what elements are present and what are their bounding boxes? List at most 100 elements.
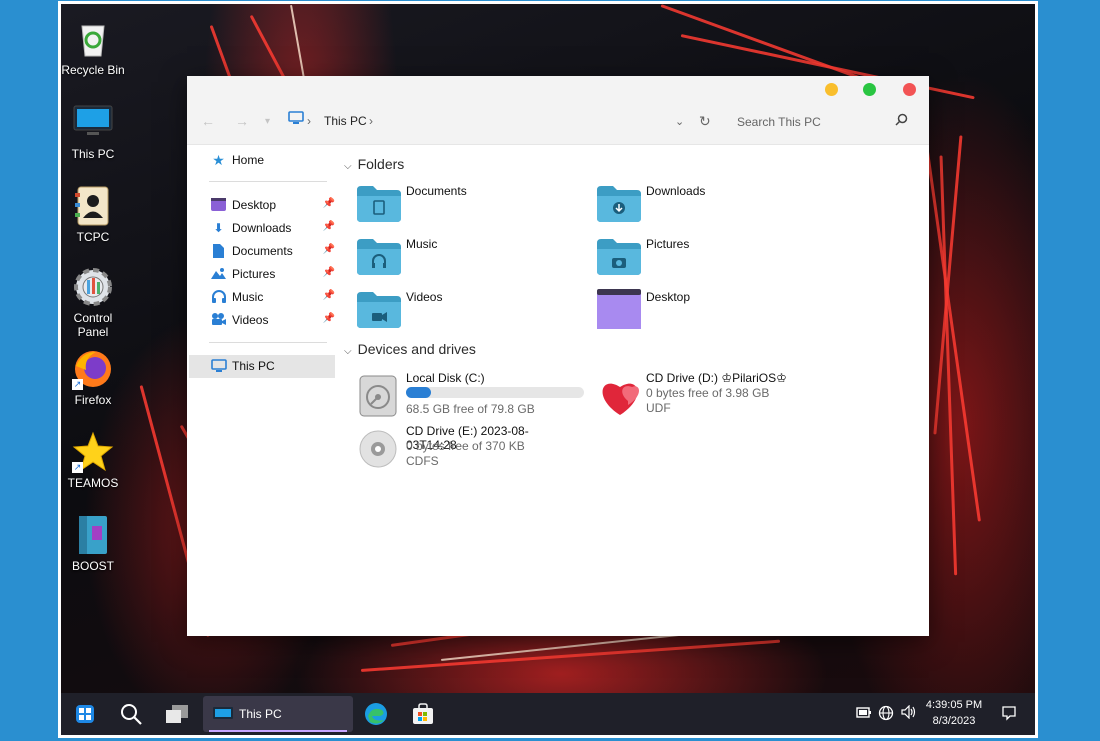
desktop-icon-label: TEAMOS	[67, 476, 119, 490]
sidebar-item-pictures[interactable]: Pictures 📌	[189, 263, 335, 286]
close-button[interactable]	[903, 83, 916, 96]
drive-filesystem: UDF	[646, 401, 671, 415]
folder-videos[interactable]: Videos	[337, 286, 567, 334]
videos-folder-icon	[357, 292, 401, 328]
drive-free-space: 0 bytes free of 370 KB	[406, 439, 525, 453]
sidebar-item-label: Pictures	[232, 267, 276, 281]
headphones-icon	[211, 290, 226, 305]
sidebar-item-label: Music	[232, 290, 264, 304]
sidebar-item-documents[interactable]: Documents 📌	[189, 240, 335, 263]
pin-icon: 📌	[322, 290, 335, 301]
forward-arrow-icon[interactable]: →	[235, 113, 249, 129]
star-icon: ↗	[72, 431, 114, 473]
folder-name: Documents	[406, 184, 467, 198]
gear-icon	[72, 266, 114, 308]
shortcut-arrow-icon: ↗	[72, 379, 83, 390]
breadcrumb-this-pc[interactable]: This PC	[324, 114, 367, 128]
recent-locations-chevron-icon[interactable]: ▾	[265, 116, 270, 127]
drive-filesystem: CDFS	[406, 454, 439, 468]
pin-icon: 📌	[322, 267, 335, 278]
taskbar-app-this-pc[interactable]: This PC	[203, 696, 353, 732]
monitor-icon	[211, 359, 227, 374]
address-dropdown-chevron-icon[interactable]: ⌄	[675, 115, 684, 128]
refresh-icon[interactable]: ↻	[699, 113, 711, 130]
disk-usage-bar	[406, 387, 584, 398]
network-globe-icon[interactable]	[878, 705, 894, 724]
desktop-folder-icon	[597, 289, 641, 329]
sidebar-divider	[209, 342, 327, 343]
sidebar-item-label: Desktop	[232, 198, 277, 212]
taskbar: This PC 4:39:05 PM 8/3/2023	[61, 693, 1035, 735]
sidebar-item-label: This PC	[232, 359, 275, 373]
maximize-button[interactable]	[863, 83, 876, 96]
breadcrumb-separator[interactable]: ›	[369, 114, 373, 128]
desktop-icon-this-pc[interactable]: This PC	[61, 102, 125, 161]
desktop-screen: Recycle Bin This PC TCPC Control Panel ↗…	[58, 1, 1038, 738]
sidebar-item-videos[interactable]: Videos 📌	[189, 309, 335, 332]
pin-icon: 📌	[322, 198, 335, 209]
clock-time: 4:39:05 PM	[925, 699, 983, 711]
sidebar-item-downloads[interactable]: ⬇ Downloads 📌	[189, 217, 335, 240]
this-pc-crumb-icon	[288, 111, 304, 128]
drive-cd-e[interactable]: CD Drive (E:) 2023-08-03T14:28 0 bytes f…	[337, 424, 577, 474]
volume-icon[interactable]	[901, 704, 917, 722]
desktop-icon-recycle-bin[interactable]: Recycle Bin	[61, 18, 125, 77]
sidebar-item-desktop[interactable]: Desktop 📌	[189, 194, 335, 217]
folder-name: Music	[406, 237, 438, 251]
search-icon[interactable]	[113, 697, 149, 731]
task-view-icon[interactable]	[159, 697, 195, 731]
desktop-icon-boost[interactable]: BOOST	[61, 514, 125, 573]
desktop-icon-tcpc[interactable]: TCPC	[61, 185, 125, 244]
search-icon	[895, 113, 908, 129]
devices-section-header[interactable]: ⌵ Devices and drives	[344, 341, 476, 357]
search-input[interactable]: Search This PC	[728, 106, 918, 136]
content-pane: ⌵ Folders Documents Downloads Music Pict…	[337, 145, 929, 636]
active-indicator	[209, 730, 347, 732]
sidebar-item-music[interactable]: Music 📌	[189, 286, 335, 309]
desktop-icon-label: This PC	[71, 147, 115, 161]
drive-name: CD Drive (D:) ♔PilariOS♔	[646, 371, 787, 385]
drive-cd-d[interactable]: CD Drive (D:) ♔PilariOS♔ 0 bytes free of…	[577, 371, 817, 421]
heart-drive-icon	[598, 375, 639, 417]
folder-downloads[interactable]: Downloads	[577, 180, 807, 228]
store-icon[interactable]	[405, 697, 441, 731]
desktop-folder-icon	[211, 198, 226, 213]
section-title: Folders	[357, 156, 405, 172]
notifications-icon[interactable]	[1001, 705, 1017, 724]
section-title: Devices and drives	[357, 341, 476, 357]
drive-free-space: 68.5 GB free of 79.8 GB	[406, 402, 535, 416]
edge-icon[interactable]	[358, 697, 394, 731]
minimize-button[interactable]	[825, 83, 838, 96]
music-folder-icon	[357, 239, 401, 275]
start-button[interactable]	[67, 697, 103, 731]
desktop-icon-label: Firefox	[74, 393, 112, 407]
folder-music[interactable]: Music	[337, 233, 567, 281]
folder-desktop[interactable]: Desktop	[577, 286, 807, 334]
folder-pictures[interactable]: Pictures	[577, 233, 807, 281]
folder-name: Desktop	[646, 290, 691, 304]
monitor-icon	[213, 707, 233, 719]
search-placeholder: Search This PC	[737, 115, 821, 129]
battery-charging-icon[interactable]	[856, 705, 872, 722]
folder-name: Pictures	[646, 237, 690, 251]
desktop-icon-teamos[interactable]: ↗ TEAMOS	[61, 431, 125, 490]
sidebar-item-this-pc[interactable]: This PC	[189, 355, 335, 378]
clock-date: 8/3/2023	[932, 715, 976, 727]
desktop-icon-control-panel[interactable]: Control Panel	[61, 266, 125, 339]
file-explorer-window: ← → ▾ › This PC › ⌄ ↻ Search This PC ★ H…	[187, 76, 929, 636]
sidebar-item-label: Videos	[232, 313, 269, 327]
sidebar-item-home[interactable]: ★ Home	[189, 149, 335, 172]
documents-folder-icon	[357, 186, 401, 222]
back-arrow-icon[interactable]: ←	[201, 113, 215, 129]
desktop-icon-label: BOOST	[71, 559, 114, 573]
clock[interactable]: 4:39:05 PM 8/3/2023	[919, 697, 989, 729]
chevron-down-icon: ⌵	[344, 346, 352, 357]
contact-book-icon	[72, 185, 114, 227]
folder-documents[interactable]: Documents	[337, 180, 567, 228]
desktop-icon-firefox[interactable]: ↗ Firefox	[61, 348, 125, 407]
book-icon	[72, 514, 114, 556]
drive-local-disk-c[interactable]: Local Disk (C:) 68.5 GB free of 79.8 GB	[337, 371, 584, 421]
download-arrow-icon: ⬇	[213, 221, 224, 235]
folder-name: Videos	[406, 290, 443, 304]
folders-section-header[interactable]: ⌵ Folders	[344, 156, 404, 172]
